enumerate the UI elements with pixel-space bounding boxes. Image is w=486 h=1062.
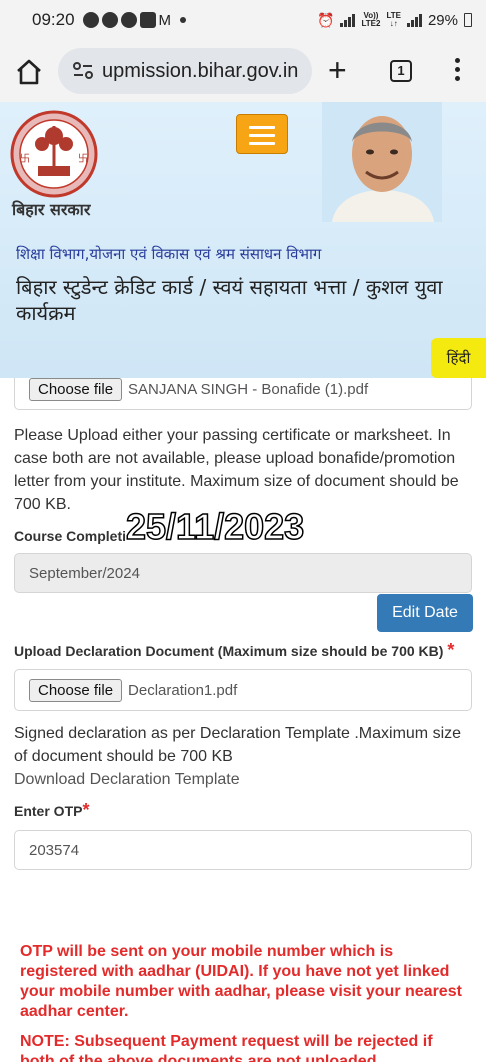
signal-icon-1 xyxy=(340,13,356,27)
hamburger-menu-button[interactable] xyxy=(236,114,288,154)
svg-text:卐: 卐 xyxy=(78,153,88,165)
choose-file-button[interactable]: Choose file xyxy=(29,678,123,702)
url-text: upmission.bihar.gov.in xyxy=(102,59,299,82)
choose-file-button[interactable]: Choose file xyxy=(29,378,123,401)
lte2-label: LTE2 xyxy=(361,19,381,28)
bonafide-file-input[interactable]: Choose file SANJANA SINGH - Bonafide (1)… xyxy=(14,378,472,410)
otp-label: Enter OTP xyxy=(14,803,83,819)
gov-name: बिहार सरकार xyxy=(12,200,91,219)
notification-icons: M xyxy=(82,11,187,29)
more-notifications-dot-icon xyxy=(180,17,187,23)
scheme-title: बिहार स्टुडेन्ट क्रेडिट कार्ड / स्वयं सह… xyxy=(16,275,443,325)
otp-warning-text: OTP will be sent on your mobile number w… xyxy=(20,943,462,1020)
site-header: 卐 卐 बिहार सरकार शिक्षा विभाग,योजना एवं व… xyxy=(0,102,486,378)
edit-date-button[interactable]: Edit Date xyxy=(377,594,473,632)
app-icon xyxy=(139,12,156,28)
site-settings-icon[interactable] xyxy=(72,61,94,81)
bonafide-file-name: SANJANA SINGH - Bonafide (1).pdf xyxy=(128,380,369,398)
lte-indicator: LTE ↓↑ xyxy=(386,11,401,28)
course-completion-label: Course Completi xyxy=(14,528,127,544)
otp-label-row: Enter OTP* xyxy=(14,800,89,821)
otp-required-mark: * xyxy=(82,800,90,820)
lte-label: LTE xyxy=(386,11,401,20)
otp-value: 203574 xyxy=(29,841,80,859)
home-icon[interactable] xyxy=(14,57,44,87)
required-mark: * xyxy=(447,640,455,660)
phone-icon xyxy=(101,12,118,28)
browser-menu-icon[interactable] xyxy=(450,58,464,86)
volte-indicator: Vo)) LTE2 xyxy=(361,12,380,28)
tab-switcher-button[interactable]: 1 xyxy=(390,60,412,82)
browser-toolbar: upmission.bihar.gov.in + 1 xyxy=(0,40,486,102)
chief-minister-photo xyxy=(322,102,442,222)
battery-percent: 29% xyxy=(427,11,458,29)
status-bar: 09:20 M ⏰ Vo)) LTE2 LTE ↓↑ 29% xyxy=(0,0,486,40)
status-time: 09:20 xyxy=(32,10,75,29)
download-declaration-template-link[interactable]: Download Declaration Template xyxy=(14,771,240,789)
status-right: ⏰ Vo)) LTE2 LTE ↓↑ 29% xyxy=(317,12,472,29)
new-tab-plus-icon[interactable]: + xyxy=(328,54,347,86)
date-overlay-stamp: 25/11/2023 xyxy=(125,505,305,548)
declaration-help-text: Signed declaration as per Declaration Te… xyxy=(14,725,462,765)
language-toggle-button[interactable]: हिंदी xyxy=(431,338,486,378)
signal-icon-2 xyxy=(406,13,422,27)
address-bar[interactable]: upmission.bihar.gov.in xyxy=(58,48,312,94)
declaration-file-name: Declaration1.pdf xyxy=(128,681,238,699)
svg-text:卐: 卐 xyxy=(20,153,30,165)
declaration-label-row: Upload Declaration Document (Maximum siz… xyxy=(14,640,454,661)
declaration-file-input[interactable]: Choose file Declaration1.pdf xyxy=(14,669,472,711)
youtube-icon xyxy=(120,12,137,28)
bihar-emblem-logo: 卐 卐 xyxy=(10,110,98,198)
department-line: शिक्षा विभाग,योजना एवं विकास एवं श्रम सं… xyxy=(16,245,322,263)
declaration-label: Upload Declaration Document (Maximum siz… xyxy=(14,643,444,659)
course-completion-value: September/2024 xyxy=(29,564,140,582)
otp-input[interactable]: 203574 xyxy=(14,830,472,870)
course-completion-input: September/2024 xyxy=(14,553,472,593)
application-form: Choose file SANJANA SINGH - Bonafide (1)… xyxy=(0,378,486,1062)
alarm-icon: ⏰ xyxy=(317,11,335,28)
battery-icon xyxy=(464,13,472,27)
bonafide-help-text: Please Upload either your passing certif… xyxy=(14,427,459,513)
gmail-icon: M xyxy=(158,11,172,29)
whatsapp-icon xyxy=(82,12,99,28)
payment-note-warning: NOTE: Subsequent Payment request will be… xyxy=(20,1033,433,1062)
